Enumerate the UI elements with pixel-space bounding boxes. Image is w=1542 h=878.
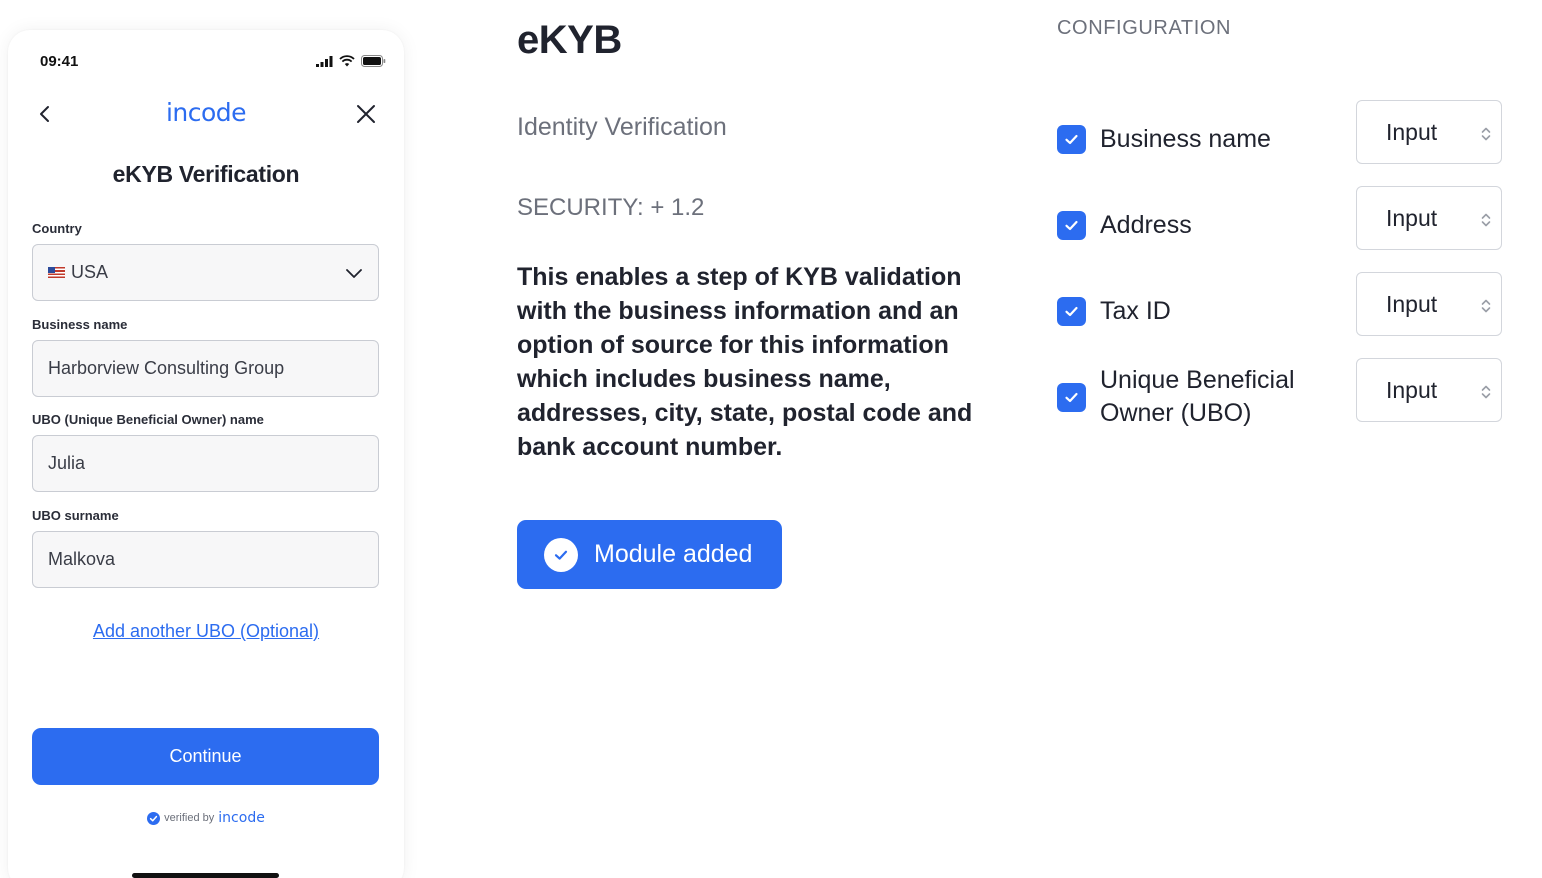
phone-title: eKYB Verification [112,161,300,187]
select-value: Input [1386,290,1438,317]
ubo-name-label: UBO (Unique Beneficial Owner) name [32,412,264,427]
verified-brand: incode [218,810,265,826]
verified-check-icon [147,811,161,825]
config-label: Address [1100,211,1192,239]
verified-by-badge: verified by incode [8,810,404,826]
module-added-label: Module added [594,540,753,568]
address-source-select[interactable]: Input [1356,186,1502,250]
business-name-label: Business name [32,317,128,332]
ubo-source-select[interactable]: Input [1356,358,1502,422]
module-subtitle: Identity Verification [517,113,727,141]
configuration-title: CONFIGURATION [1057,17,1232,39]
address-checkbox[interactable] [1057,211,1086,240]
module-description: This enables a step of KYB validation wi… [517,263,973,461]
wifi-icon [339,55,355,67]
select-value: Input [1386,376,1438,403]
select-arrows-icon [1481,299,1491,313]
country-label: Country [32,221,82,236]
config-row-tax-id: Tax ID Input [1057,272,1503,337]
add-ubo-link[interactable]: Add another UBO (Optional) [8,621,404,642]
select-value: Input [1386,118,1438,145]
business-name-field[interactable]: Harborview Consulting Group [32,340,379,397]
battery-icon [361,55,386,67]
country-value: USA [71,262,109,282]
checkmark-icon [1065,220,1078,231]
verified-text: verified by [164,812,215,824]
continue-button[interactable]: Continue [32,728,379,785]
close-icon[interactable] [356,104,376,124]
config-label: Business name [1100,125,1271,153]
country-select[interactable]: USA [32,244,379,301]
status-time: 09:41 [40,53,79,70]
select-arrows-icon [1481,213,1491,227]
home-indicator [132,873,279,878]
ubo-surname-label: UBO surname [32,508,119,523]
business-name-checkbox[interactable] [1057,125,1086,154]
ubo-name-field[interactable]: Julia [32,435,379,492]
module-title: eKYB [517,18,622,62]
tax-id-checkbox[interactable] [1057,297,1086,326]
ubo-surname-field[interactable]: Malkova [32,531,379,588]
ubo-checkbox[interactable] [1057,383,1086,412]
select-arrows-icon [1481,127,1491,141]
config-row-address: Address Input [1057,186,1503,251]
config-row-business-name: Business name Input [1057,100,1503,165]
check-circle-icon [544,537,578,572]
config-row-ubo: Unique Beneficial Owner (UBO) Input [1057,358,1503,427]
chevron-down-icon [346,269,362,278]
config-label: Tax ID [1100,297,1171,325]
security-score: SECURITY: + 1.2 [517,194,705,221]
business-name-source-select[interactable]: Input [1356,100,1502,164]
checkmark-icon [1065,306,1078,317]
checkmark-icon [1065,392,1078,403]
signal-icon [316,55,333,67]
select-value: Input [1386,204,1438,231]
phone-preview: 09:41 incode eKYB Verification Country U… [8,30,404,878]
select-arrows-icon [1481,385,1491,399]
incode-logo: incode [165,98,247,127]
module-added-button[interactable]: Module added [517,520,782,589]
checkmark-icon [1065,134,1078,145]
tax-id-source-select[interactable]: Input [1356,272,1502,336]
status-icons [316,55,386,67]
us-flag-icon [48,267,65,278]
config-label: Unique Beneficial Owner (UBO) [1100,366,1295,427]
